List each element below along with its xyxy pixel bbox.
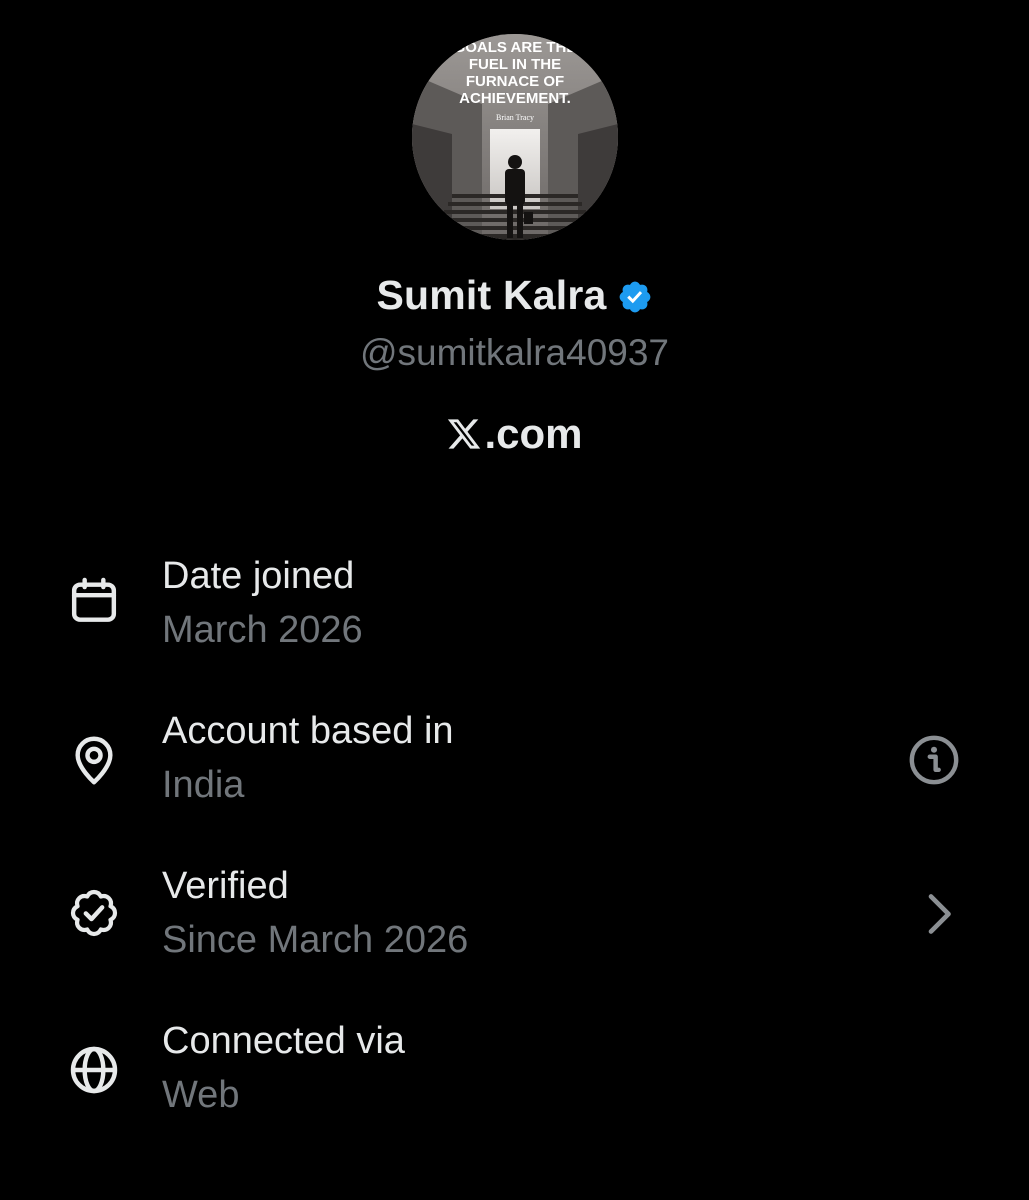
location-pin-icon xyxy=(75,736,113,785)
profile-avatar[interactable]: GOALS ARE THE FUEL IN THE FURNACE OF ACH… xyxy=(412,34,618,240)
verified-badge-icon[interactable] xyxy=(617,279,653,315)
svg-text:FURNACE OF: FURNACE OF xyxy=(466,73,564,90)
profile-name-row: Sumit Kalra xyxy=(0,272,1029,319)
info-row-date-joined: Date joined March 2026 xyxy=(0,555,1029,675)
date-joined-value: March 2026 xyxy=(162,609,363,651)
info-row-verified[interactable]: Verified Since March 2026 xyxy=(0,865,1029,985)
globe-icon xyxy=(70,1046,118,1094)
site-link[interactable]: .com xyxy=(0,410,1029,458)
chevron-right-icon[interactable] xyxy=(910,886,966,942)
avatar-image: GOALS ARE THE FUEL IN THE FURNACE OF ACH… xyxy=(412,34,618,240)
profile-handle: @sumitkalra40937 xyxy=(359,332,670,373)
connected-via-value: Web xyxy=(162,1074,240,1116)
account-based-in-label: Account based in xyxy=(162,710,454,752)
verified-outline-icon xyxy=(70,889,118,937)
display-name: Sumit Kalra xyxy=(376,272,607,318)
site-domain: .com xyxy=(484,410,583,457)
connected-via-label: Connected via xyxy=(162,1020,405,1062)
info-row-connected-via: Connected via Web xyxy=(0,1020,1029,1140)
about-account-page: GOALS ARE THE FUEL IN THE FURNACE OF ACH… xyxy=(0,0,1029,1200)
verified-label: Verified xyxy=(162,865,289,907)
date-joined-label: Date joined xyxy=(162,555,355,597)
svg-text:GOALS ARE THE: GOALS ARE THE xyxy=(454,39,577,56)
svg-text:ACHIEVEMENT.: ACHIEVEMENT. xyxy=(459,90,571,107)
info-row-account-based-in: Account based in India xyxy=(0,710,1029,830)
account-based-in-value: India xyxy=(162,764,245,806)
info-icon[interactable] xyxy=(906,732,962,788)
x-logo-icon xyxy=(448,419,481,449)
calendar-icon xyxy=(71,577,117,622)
verified-value: Since March 2026 xyxy=(162,919,469,961)
svg-text:FUEL IN THE: FUEL IN THE xyxy=(469,56,561,73)
svg-text:Brian Tracy: Brian Tracy xyxy=(496,113,534,122)
